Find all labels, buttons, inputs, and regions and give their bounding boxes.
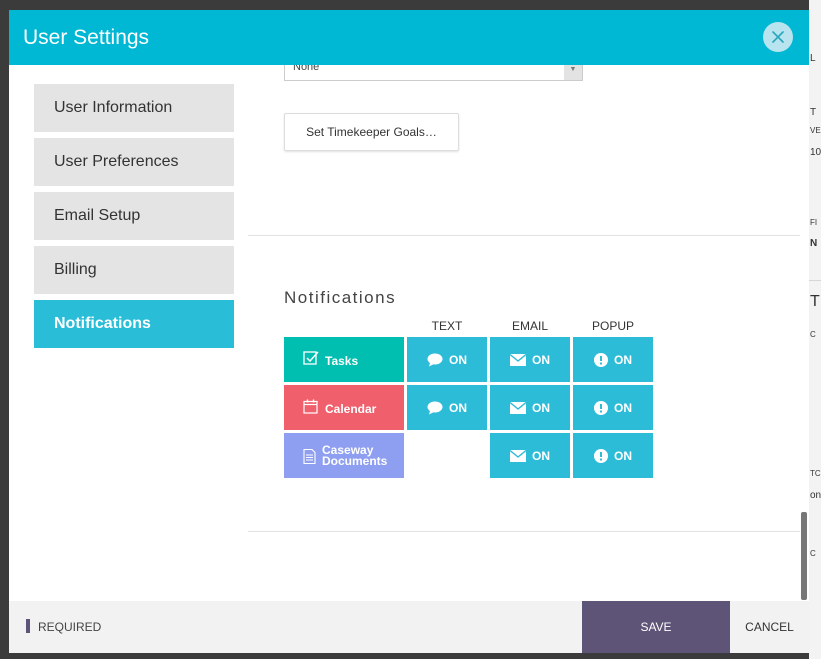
checkbox-icon [303,351,319,365]
category-tasks: Tasks [284,337,404,382]
toggle-state: ON [449,400,467,415]
background-text: on [810,490,821,501]
toggle-state: ON [532,448,550,463]
section-divider [248,531,800,532]
scrollbar-thumb[interactable] [801,512,807,600]
alert-icon [594,400,608,415]
background-text: N [810,238,818,249]
required-indicator [26,619,30,633]
settings-content: None ▼ Set Timekeeper Goals… Notificatio… [248,65,800,601]
background-text: TC [810,469,821,478]
tasks-popup-toggle[interactable]: ON [573,337,653,382]
required-label: REQUIRED [38,620,102,634]
background-text: C [810,549,816,558]
save-button[interactable]: SAVE [582,601,730,653]
document-icon [303,449,316,464]
category-caseway-documents: Caseway Documents [284,433,404,478]
notifications-heading: Notifications [284,288,397,307]
caseway-email-toggle[interactable]: ON [490,433,570,478]
background-text: 10 [810,147,821,158]
background-text: FI [810,218,818,227]
section-divider [248,235,800,236]
calendar-email-toggle[interactable]: ON [490,385,570,430]
tasks-email-toggle[interactable]: ON [490,337,570,382]
background-text: C [810,330,816,339]
background-divider [809,280,821,281]
modal-header: User Settings [9,10,809,65]
sidebar-item-billing[interactable]: Billing [34,246,234,294]
alert-icon [594,352,608,367]
background-text: T [810,107,817,118]
toggle-state: ON [532,400,550,415]
category-label: Calendar [325,402,377,416]
toggle-state: ON [532,352,550,367]
sidebar-item-user-preferences[interactable]: User Preferences [34,138,234,186]
envelope-icon [510,449,526,462]
category-label: Tasks [325,354,359,368]
envelope-icon [510,401,526,414]
modal-title: User Settings [23,26,150,49]
toggle-state: ON [614,448,632,463]
background-text: VE [810,126,821,135]
sidebar-item-email-setup[interactable]: Email Setup [34,192,234,240]
select-value: None [293,65,320,73]
sidebar-item-user-information[interactable]: User Information [34,84,234,132]
user-settings-modal: User Settings User Information User Pref… [9,10,809,653]
envelope-icon [510,353,526,366]
close-button[interactable] [763,22,793,52]
column-header-popup: POPUP [591,319,634,333]
set-timekeeper-goals-button[interactable]: Set Timekeeper Goals… [284,113,459,151]
close-icon [772,31,784,43]
calendar-icon [303,399,318,414]
category-label-line-2: Documents [322,454,388,468]
calendar-text-toggle[interactable]: ON [407,385,487,430]
alert-icon [594,448,608,463]
sidebar-item-notifications[interactable]: Notifications [34,300,234,348]
column-header-text: TEXT [431,319,463,333]
cancel-button[interactable]: CANCEL [730,601,809,653]
column-header-email: EMAIL [511,319,548,333]
modal-footer: REQUIRED SAVE CANCEL [9,601,809,653]
chevron-down-icon: ▼ [564,65,582,80]
toggle-state: ON [614,400,632,415]
toggle-state: ON [614,352,632,367]
speech-bubble-icon [427,353,443,366]
calendar-popup-toggle[interactable]: ON [573,385,653,430]
background-text: L [810,53,816,64]
speech-bubble-icon [427,401,443,414]
toggle-state: ON [449,352,467,367]
timekeeper-select[interactable]: None ▼ [284,65,583,81]
background-text: T [810,293,820,310]
category-calendar: Calendar [284,385,404,430]
tasks-text-toggle[interactable]: ON [407,337,487,382]
caseway-popup-toggle[interactable]: ON [573,433,653,478]
